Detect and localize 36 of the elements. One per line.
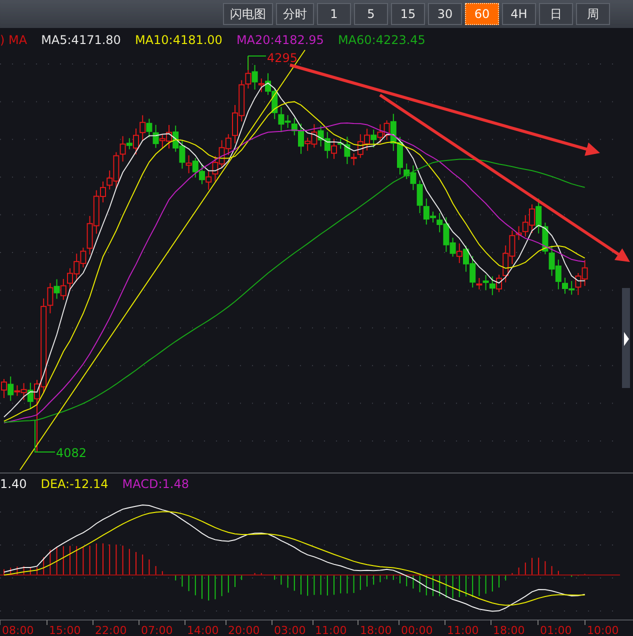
macd-value: 1.40: [0, 476, 27, 493]
moving-average-value: MA60:4223.45: [338, 32, 426, 49]
time-axis-label: 18:00: [493, 624, 525, 636]
timeframe-button[interactable]: 15: [391, 3, 425, 25]
time-axis-label: 20:00: [228, 624, 260, 636]
macd-value: DEA:-12.14: [40, 476, 108, 493]
moving-average-value: MA20:4182.95: [236, 32, 324, 49]
timeframe-button[interactable]: 闪电图: [223, 3, 273, 25]
time-axis-label: 00:00: [401, 624, 433, 636]
timeframe-button[interactable]: 4H: [502, 3, 536, 25]
timeframe-button[interactable]: 30: [428, 3, 462, 25]
timeframe-button[interactable]: 5: [354, 3, 388, 25]
time-axis-label: 18:00: [360, 624, 392, 636]
time-axis-label: 08:00: [2, 624, 34, 636]
time-axis-label: 11:00: [315, 624, 347, 636]
timeframe-button[interactable]: 1: [317, 3, 351, 25]
timeframe-button[interactable]: 分时: [276, 3, 314, 25]
macd-value: MACD:1.48: [122, 476, 189, 493]
indicator-label: ) MA: [0, 32, 28, 49]
time-axis-label: 11:00: [447, 624, 479, 636]
time-axis-label: 10:00: [587, 624, 619, 636]
moving-average-value: MA5:4171.80: [41, 32, 121, 49]
high-price-label: 4295: [267, 51, 298, 65]
time-axis-label: 01:00: [540, 624, 572, 636]
low-price-label: 4082: [56, 446, 87, 460]
timeframe-button[interactable]: 日: [539, 3, 573, 25]
time-axis-label: 15:00: [49, 624, 81, 636]
timeframe-button[interactable]: 周: [576, 3, 610, 25]
moving-average-value: MA10:4181.00: [134, 32, 222, 49]
time-axis-label: 07:00: [141, 624, 173, 636]
scroll-handle[interactable]: [622, 288, 630, 388]
time-axis-label: 03:00: [274, 624, 306, 636]
time-axis-label: 22:00: [95, 624, 127, 636]
time-axis-label: 14:00: [187, 624, 219, 636]
low-marker-line: [34, 420, 56, 452]
high-marker-line: [248, 56, 266, 70]
